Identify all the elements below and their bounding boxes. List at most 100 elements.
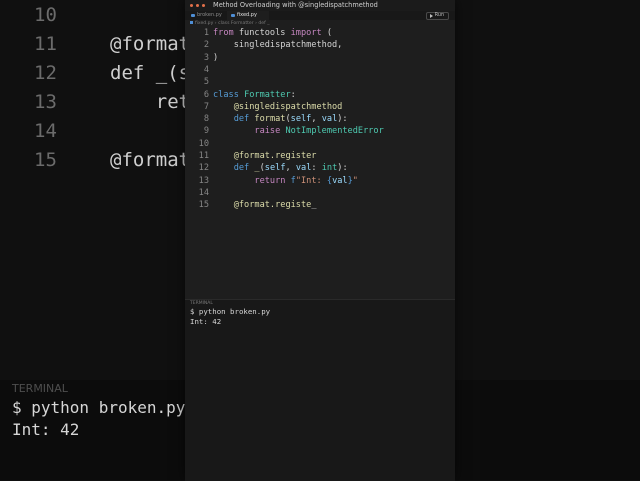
code-line: 11 @format.register — [185, 150, 455, 162]
code-editor[interactable]: 1 from functools import (2 singledispatch… — [185, 27, 455, 299]
line-number: 13 — [198, 175, 209, 186]
code-text: raise NotImplementedError — [213, 125, 384, 137]
code-line: 5 — [185, 76, 455, 88]
code-text: from functools import ( — [213, 27, 332, 39]
background-code-text: @format — [110, 33, 191, 55]
code-line: 14 — [185, 187, 455, 199]
line-number: 4 — [203, 64, 209, 75]
code-token: val — [295, 163, 312, 174]
code-token: self — [290, 114, 312, 125]
code-text: def _(self, val: int): — [213, 162, 348, 174]
code-token: def — [233, 163, 250, 174]
line-number: 12 — [198, 163, 209, 174]
window-title: Method Overloading with @singledispatchm… — [213, 1, 378, 9]
background-terminal-title: TERMINAL — [12, 382, 68, 395]
line-number: 1 — [203, 28, 209, 38]
terminal-output-line: Int: 42 — [190, 317, 222, 326]
code-token: ( — [321, 28, 333, 38]
code-line: 2 singledispatchmethod, — [185, 39, 455, 51]
python-file-icon — [190, 21, 193, 24]
code-token: @format.register — [233, 151, 317, 161]
code-line: 12 def _(self, val: int): — [185, 162, 455, 174]
minimize-window-dot-icon[interactable] — [196, 4, 199, 7]
tab-bar: broken.py fixed.py Run — [185, 11, 455, 20]
code-line: 7 @singledispatchmethod — [185, 101, 455, 113]
breadcrumb-text: fixed.py › class Formatter › def _ — [195, 21, 270, 26]
code-text: @singledispatchmethod — [213, 101, 343, 113]
code-token: NotImplementedError — [285, 126, 384, 137]
run-button-label: Run — [434, 13, 444, 18]
line-number: 2 — [203, 40, 209, 51]
line-number: 15 — [198, 200, 209, 211]
code-line: 3) — [185, 52, 455, 64]
code-line: 15 @format.registe_ — [185, 199, 455, 211]
line-number: 7 — [203, 101, 209, 112]
code-token: int — [321, 163, 338, 174]
code-token: from — [213, 28, 234, 38]
run-button[interactable]: Run — [425, 12, 449, 20]
background-line-number: 15 — [34, 149, 57, 171]
code-line: 6 class Formatter: — [185, 89, 455, 101]
code-line: 1 from functools import ( — [185, 27, 455, 39]
code-token: format — [254, 114, 286, 125]
code-token: def — [233, 114, 250, 125]
editor-window: Method Overloading with @singledispatchm… — [185, 0, 455, 481]
code-text: class Formatter: — [213, 89, 296, 101]
code-token: ): — [337, 163, 348, 174]
background-terminal-line: $ python broken.py — [12, 398, 186, 417]
python-file-icon — [191, 14, 195, 17]
line-number: 6 — [203, 89, 209, 100]
tab-label: fixed.py — [237, 12, 257, 18]
code-token: " — [352, 175, 358, 186]
code-line: 4 — [185, 64, 455, 76]
code-token: val — [321, 114, 338, 125]
background-terminal-line: Int: 42 — [12, 420, 80, 439]
line-number: 8 — [203, 114, 209, 125]
code-token: @format.registe — [233, 200, 312, 211]
terminal-panel[interactable]: TERMINAL $ python broken.py Int: 42 — [185, 299, 455, 481]
code-token: functools — [233, 28, 291, 38]
close-window-dot-icon[interactable] — [190, 4, 193, 7]
code-token: raise — [254, 126, 281, 137]
code-token: ) — [213, 52, 219, 63]
line-number: 14 — [198, 187, 209, 198]
background-line-number: 11 — [34, 33, 57, 55]
code-token: , — [285, 163, 296, 174]
play-icon — [429, 14, 433, 18]
code-token: self — [264, 163, 286, 174]
background-line-number: 13 — [34, 91, 57, 113]
title-bar: Method Overloading with @singledispatchm… — [185, 0, 455, 11]
code-token: _ — [311, 200, 317, 211]
code-text: singledispatchmethod, — [213, 39, 343, 51]
code-text: @format.registe_ — [213, 199, 317, 211]
window-controls — [190, 4, 205, 7]
line-number: 5 — [203, 77, 209, 88]
line-number: 11 — [198, 151, 209, 161]
background-code-text: @format — [110, 149, 191, 171]
code-token: import — [290, 28, 322, 38]
code-text: return f"Int: {val}" — [213, 175, 358, 187]
code-token: : — [290, 89, 296, 100]
code-token: class — [213, 89, 239, 100]
code-line: 13 return f"Int: {val}" — [185, 175, 455, 187]
line-number: 10 — [198, 138, 209, 149]
code-text: ) — [213, 52, 218, 64]
background-code-text: def _(s — [110, 62, 191, 84]
tab-fixed-py[interactable]: fixed.py — [227, 11, 269, 20]
code-token: , — [311, 114, 322, 125]
code-token: singledispatchmethod, — [213, 40, 343, 51]
code-token: Formatter — [244, 89, 291, 100]
background-line-number: 14 — [34, 120, 57, 142]
tab-label: broken.py — [197, 12, 222, 18]
code-text: @format.register — [213, 150, 317, 162]
python-file-icon — [231, 14, 235, 17]
terminal-title: TERMINAL — [190, 301, 213, 306]
line-number: 9 — [203, 126, 209, 137]
maximize-window-dot-icon[interactable] — [202, 4, 205, 7]
background-code-text: ret — [110, 91, 191, 113]
